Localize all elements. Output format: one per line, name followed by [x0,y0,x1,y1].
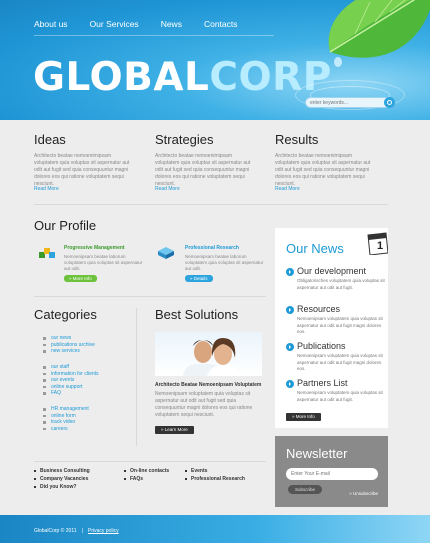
strategies-read-more[interactable]: Read More [155,186,180,192]
arrow-icon [286,306,294,314]
news-more-info-button[interactable]: » More Info [286,413,321,421]
privacy-link[interactable]: Privacy policy [88,528,119,534]
category-group: HR management online form track video ca… [40,406,89,432]
footer-link[interactable]: Business Consulting [34,467,90,475]
profile-item-text: Nemoenipsam beatae laborum voluptatem qu… [64,254,143,271]
search-icon[interactable] [384,97,395,108]
category-group: our news publications archive new servic… [40,335,95,355]
ideas-text: Architecto beatae nemoenimipsam voluptat… [34,153,130,187]
strategies-title: Strategies [155,132,214,147]
logo[interactable]: GLOBALCORP [33,58,332,97]
divider [34,461,266,462]
profile-item-title[interactable]: Progressive Management [64,245,125,251]
news-item-text: Nemoenipsam voluptatem quia voluptas sit… [297,390,383,402]
divider [34,204,388,205]
more-info-button[interactable]: » More Info [64,275,97,282]
footer-links-col: Events Professional Research [185,467,245,483]
results-text: Architecto beatae nemoenimipsam voluptat… [275,153,371,187]
column-divider [136,308,137,446]
copyright: GlobalCorp © 2011 [34,528,77,534]
divider [34,296,266,297]
categories-title: Categories [34,307,97,322]
news-item-text: Nemoenipsam voluptatem quia voluptas sit… [297,316,383,334]
results-title: Results [275,132,319,147]
category-link[interactable]: new services [40,348,95,355]
main-nav: About us Our Services News Contacts [34,19,260,29]
profile-title: Our Profile [34,218,97,233]
search-box [305,97,395,108]
footer-link[interactable]: Company Vacancies [34,475,90,483]
nav-services[interactable]: Our Services [90,19,139,29]
solutions-title: Best Solutions [155,307,239,322]
arrow-icon [286,380,294,388]
subscribe-button[interactable]: Subscribe [288,485,323,494]
strategies-text: Architecto beatae nemoenimipsam voluptat… [155,153,251,187]
footer-separator: | [82,528,84,534]
search-input[interactable] [310,98,380,107]
news-item-title[interactable]: Partners List [297,378,348,388]
profile-item-text: Nemoenipsam beatae laborum voluptatem qu… [185,254,264,271]
logo-part-1: GLOBAL [33,55,210,100]
nav-about[interactable]: About us [34,19,68,29]
category-link[interactable]: FAQ [40,390,99,397]
ideas-read-more[interactable]: Read More [34,186,59,192]
footer-link[interactable]: Did you Know? [34,483,90,491]
newsletter-email-field[interactable] [286,468,378,480]
arrow-icon [286,268,294,276]
footer-link[interactable]: On-line contacts [124,467,169,475]
footer-links-col: Business Consulting Company Vacancies Di… [34,467,90,491]
footer-link[interactable]: FAQs [124,475,169,483]
results-read-more[interactable]: Read More [275,186,300,192]
solutions-text: Nemoenipsam voluptatem quia voluptas sit… [155,391,253,418]
solutions-caption[interactable]: Architecto Beatae Nemoenipsam Voluptatem [155,382,261,388]
news-item-title[interactable]: Our development [297,266,366,276]
footer-link[interactable]: Professional Research [185,475,245,483]
blocks-icon [39,248,55,258]
newsletter-title: Newsletter [286,446,348,461]
newsletter-panel: Newsletter Subscribe » Unsubscribe [275,436,388,507]
unsubscribe-link[interactable]: » Unsubscribe [349,491,378,496]
news-panel: Our News 1 Our development Obligatorisch… [275,228,388,428]
learn-more-button[interactable]: » Learn More [155,426,194,434]
news-title: Our News [286,241,344,256]
news-item-text: Obligatorisches voluptatem quia voluptas… [297,278,385,290]
calendar-day: 1 [377,240,384,252]
news-item-title[interactable]: Publications [297,341,346,351]
footer-links-col: On-line contacts FAQs [124,467,169,483]
category-group: our staff information for clients our ev… [40,364,99,397]
header: About us Our Services News Contacts GLOB… [0,0,430,120]
news-item-text: Nemoenipsam voluptatem quia voluptas sit… [297,353,383,371]
people-photo [155,332,262,376]
nav-news[interactable]: News [161,19,182,29]
category-link[interactable]: careers [40,426,89,433]
arrow-icon [286,343,294,351]
profile-item-title[interactable]: Professional Research [185,245,239,251]
footer: GlobalCorp © 2011 | Privacy policy [0,515,430,543]
ideas-title: Ideas [34,132,66,147]
details-button[interactable]: » Details [185,275,213,282]
footer-link[interactable]: Events [185,467,245,475]
nav-divider [34,35,274,36]
nav-contacts[interactable]: Contacts [204,19,238,29]
leaf-image [328,0,430,67]
cube-icon [158,247,174,259]
news-item-title[interactable]: Resources [297,304,340,314]
